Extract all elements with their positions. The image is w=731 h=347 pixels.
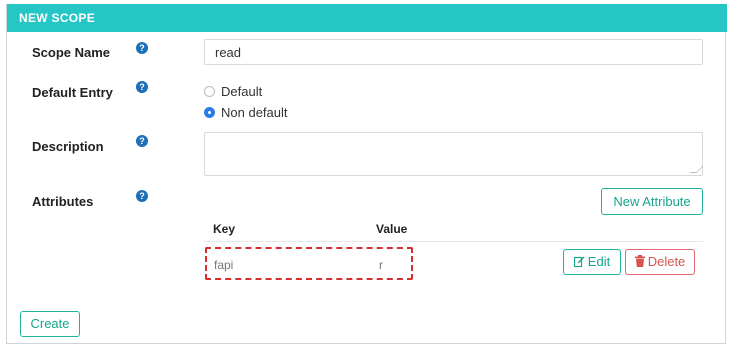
scope-name-input[interactable]: read — [204, 39, 703, 65]
edit-icon — [573, 256, 585, 267]
new-scope-panel: NEW SCOPE Scope Name ? read Default Entr… — [6, 4, 727, 344]
help-icon[interactable]: ? — [136, 135, 148, 147]
radio-non-default[interactable] — [204, 107, 215, 118]
table-divider — [204, 241, 703, 242]
edit-button[interactable]: Edit — [563, 249, 621, 275]
radio-default-label: Default — [221, 84, 263, 99]
create-button[interactable]: Create — [20, 311, 80, 337]
radio-non-default-option[interactable]: Non default — [204, 105, 288, 120]
attribute-key-cell: fapi — [214, 258, 234, 272]
panel-title: NEW SCOPE — [7, 4, 727, 32]
default-entry-label: Default Entry — [32, 85, 113, 100]
radio-non-default-label: Non default — [221, 105, 288, 120]
help-icon[interactable]: ? — [136, 190, 148, 202]
help-icon[interactable]: ? — [136, 81, 148, 93]
radio-default[interactable] — [204, 86, 215, 97]
description-label: Description — [32, 139, 104, 154]
delete-button[interactable]: Delete — [625, 249, 695, 275]
delete-label: Delete — [647, 254, 686, 269]
new-attribute-button[interactable]: New Attribute — [601, 188, 703, 215]
attributes-label: Attributes — [32, 194, 94, 209]
radio-default-option[interactable]: Default — [204, 84, 262, 99]
help-icon[interactable]: ? — [136, 42, 148, 54]
column-header-value: Value — [376, 222, 408, 236]
trash-icon — [634, 255, 645, 267]
scope-name-label: Scope Name — [32, 45, 111, 60]
edit-label: Edit — [587, 254, 611, 269]
attribute-value-cell: r — [379, 258, 383, 272]
description-textarea[interactable] — [204, 132, 704, 176]
column-header-key: Key — [213, 222, 236, 236]
resize-handle-icon[interactable] — [689, 166, 704, 173]
